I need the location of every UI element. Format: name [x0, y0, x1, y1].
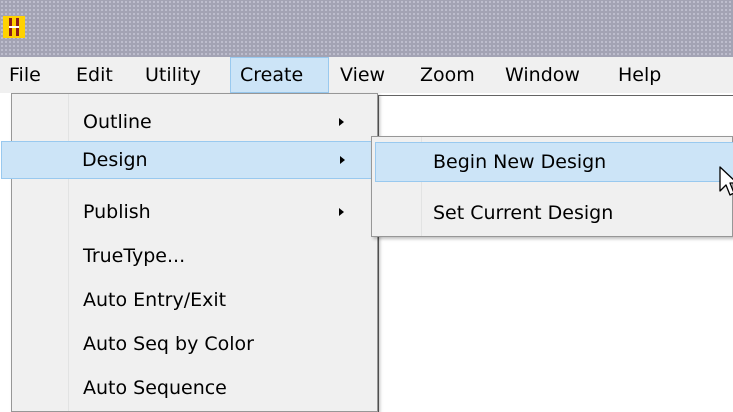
- menu-item-label: Set Current Design: [433, 202, 614, 224]
- menu-item-label: Auto Entry/Exit: [83, 289, 227, 311]
- menu-window[interactable]: Window: [496, 57, 589, 93]
- menu-item-label: Auto Seq by Color: [83, 333, 254, 355]
- menu-item-truetype[interactable]: TrueType...: [14, 237, 375, 275]
- submenu-arrow-icon: [339, 208, 344, 216]
- menu-edit[interactable]: Edit: [67, 57, 122, 93]
- menu-item-begin-new-design[interactable]: Begin New Design: [375, 142, 733, 182]
- menu-item-auto-sequence[interactable]: Auto Sequence: [14, 369, 375, 407]
- title-bar: [0, 0, 733, 57]
- menu-item-label: Outline: [83, 111, 152, 133]
- menu-utility[interactable]: Utility: [136, 57, 210, 93]
- submenu-arrow-icon: [340, 156, 345, 164]
- menu-item-design[interactable]: Design: [1, 141, 377, 179]
- menu-item-set-current-design[interactable]: Set Current Design: [375, 193, 733, 233]
- menu-item-label: Begin New Design: [433, 151, 607, 173]
- design-submenu: Begin New Design Set Current Design: [371, 136, 733, 237]
- menu-item-label: TrueType...: [83, 245, 186, 267]
- menu-item-auto-seq-by-color[interactable]: Auto Seq by Color: [14, 325, 375, 363]
- menu-help[interactable]: Help: [609, 57, 670, 93]
- menu-item-label: Design: [82, 149, 148, 171]
- menu-file[interactable]: File: [0, 57, 50, 93]
- menu-item-publish[interactable]: Publish: [14, 193, 375, 231]
- menu-item-auto-entry-exit[interactable]: Auto Entry/Exit: [14, 281, 375, 319]
- menu-item-label: Publish: [83, 201, 151, 223]
- menu-bar: File Edit Utility Create View Zoom Windo…: [0, 57, 733, 93]
- menu-zoom[interactable]: Zoom: [411, 57, 484, 93]
- menu-view[interactable]: View: [331, 57, 394, 93]
- app-logo-icon[interactable]: [3, 16, 25, 38]
- menu-item-outline[interactable]: Outline: [14, 103, 375, 141]
- create-menu-dropdown: Outline Design Publish TrueType... Auto …: [1, 93, 378, 412]
- arrow-cursor-icon: [719, 166, 733, 196]
- submenu-arrow-icon: [339, 118, 344, 126]
- menu-item-label: Auto Sequence: [83, 377, 227, 399]
- menu-create[interactable]: Create: [230, 57, 329, 93]
